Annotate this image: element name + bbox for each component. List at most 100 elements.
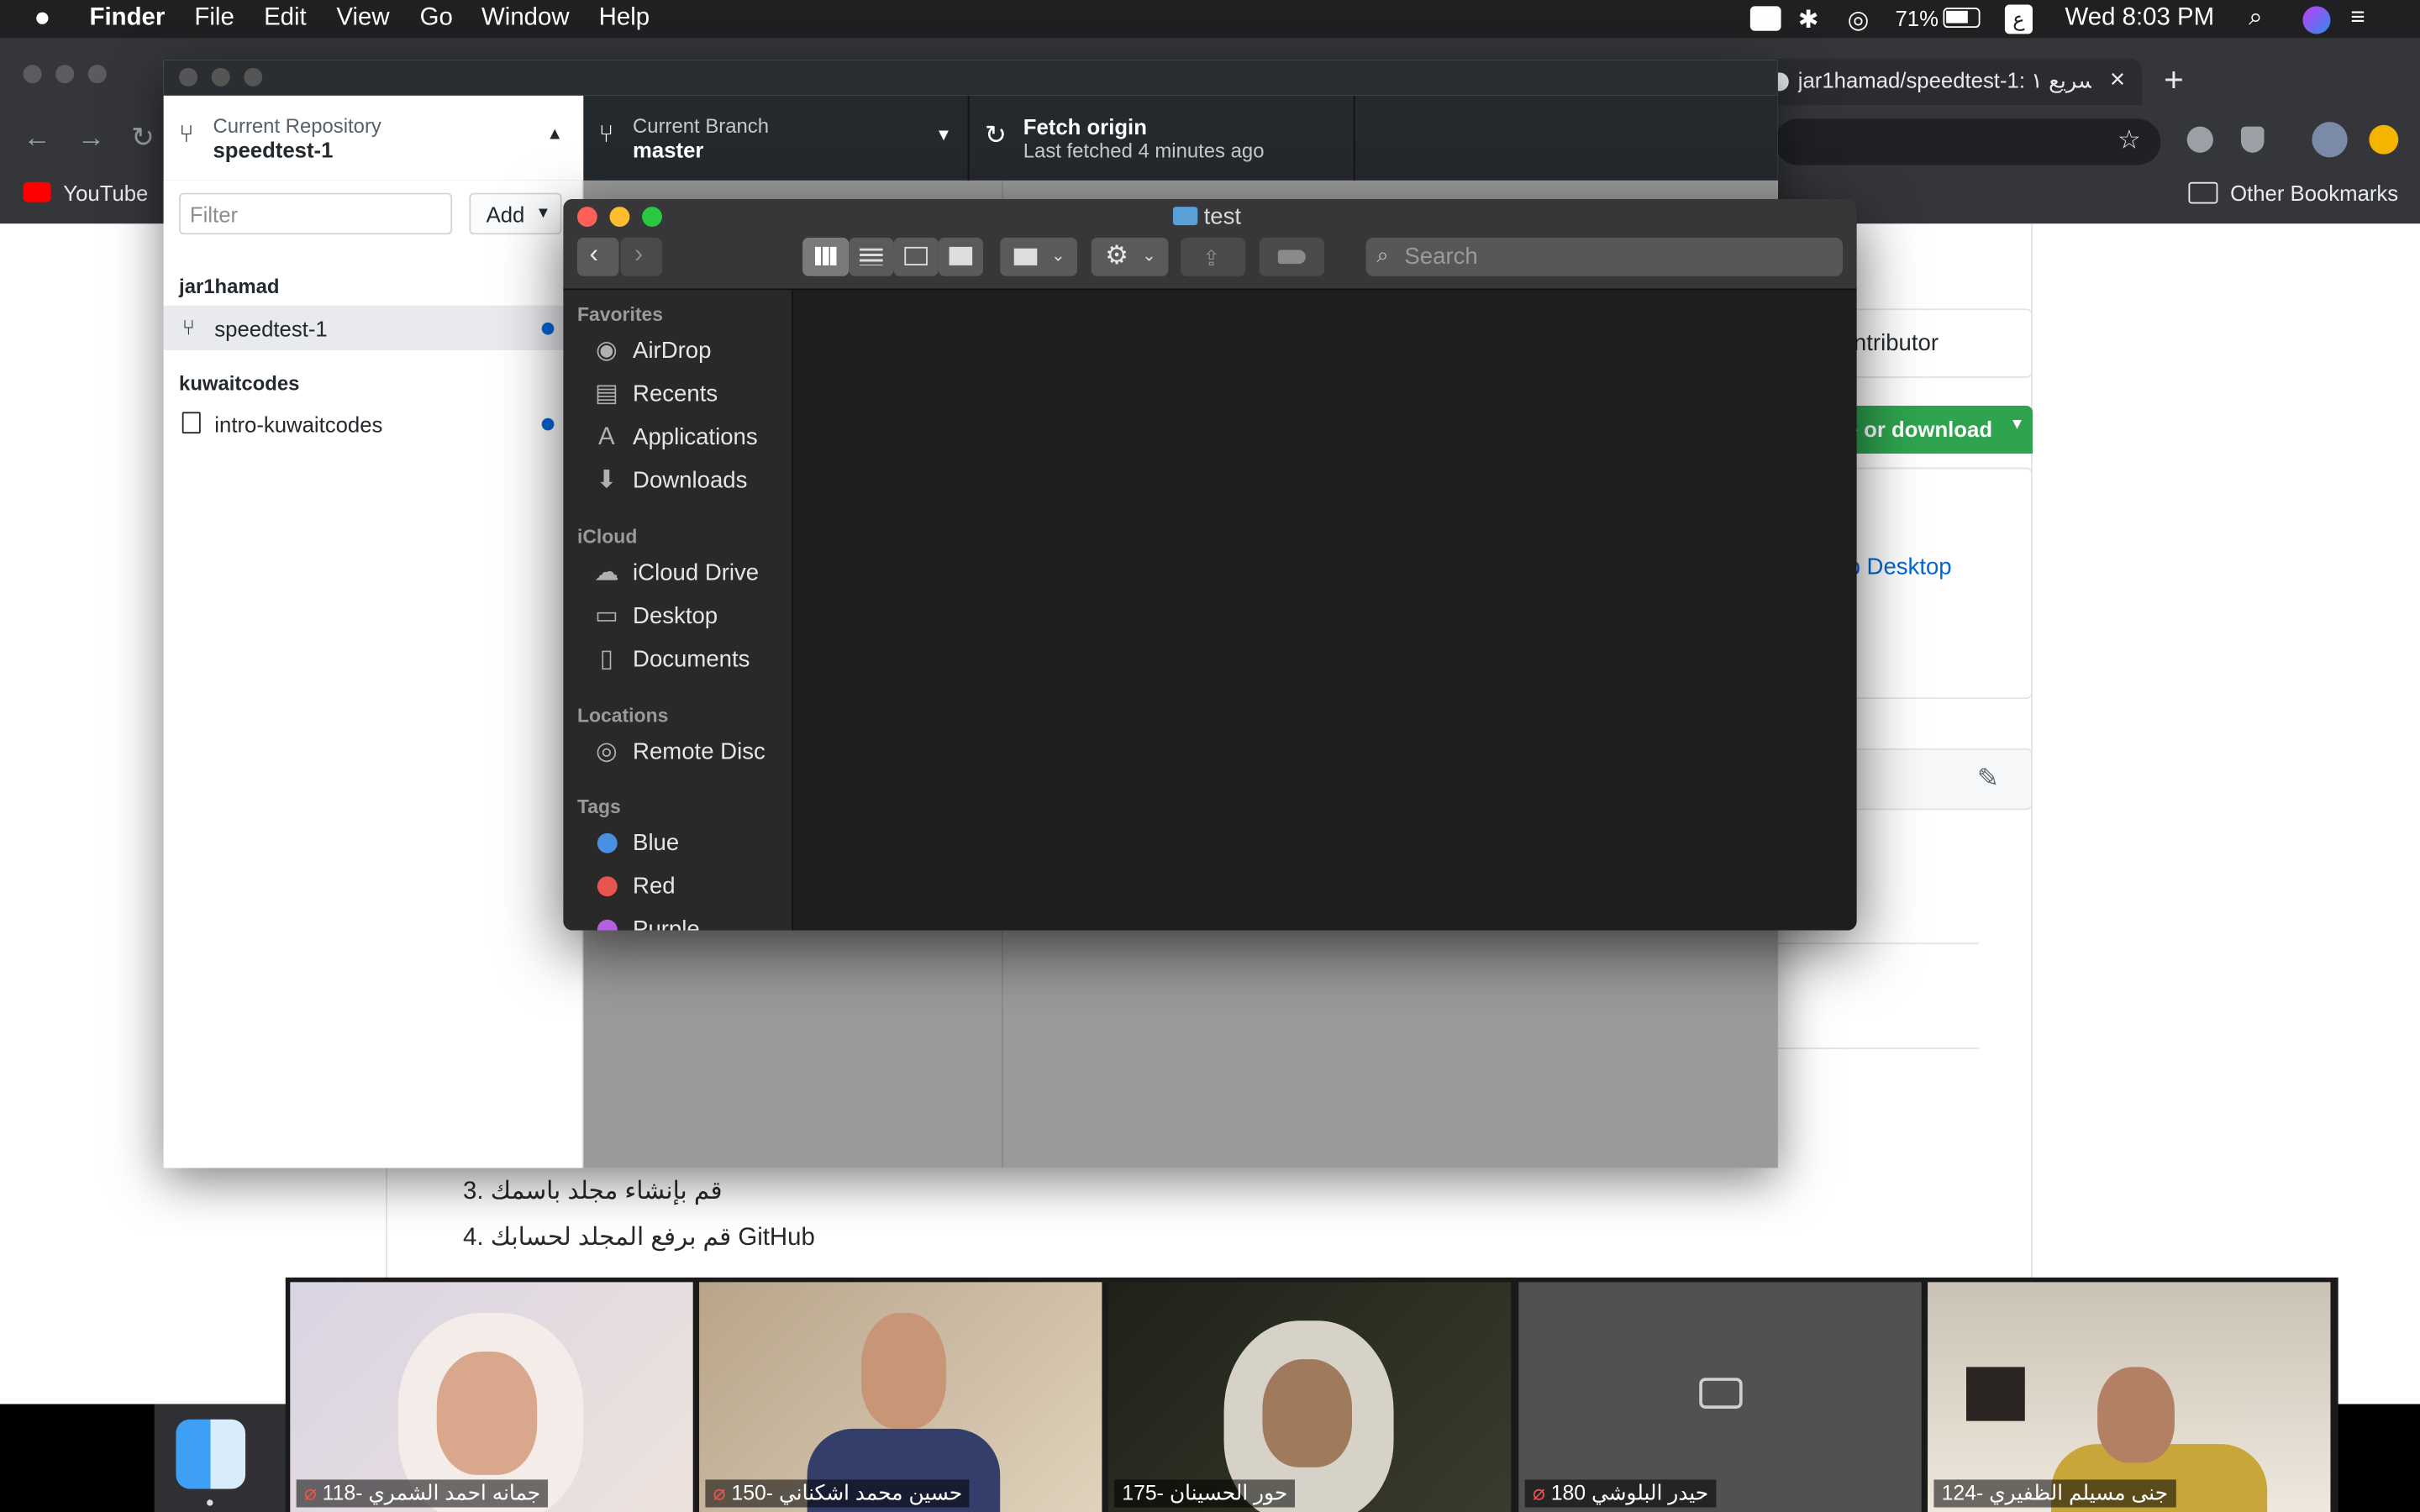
minimize-button[interactable] [609, 207, 630, 228]
bookmark-star-icon[interactable]: ☆ [2118, 125, 2141, 156]
repo-value: speedtest-1 [213, 137, 334, 162]
menu-view[interactable]: View [336, 5, 389, 33]
tab-close-icon[interactable]: × [2110, 65, 2125, 96]
profile-avatar[interactable] [2312, 122, 2348, 158]
menu-file[interactable]: File [194, 5, 234, 33]
column-view-icon [904, 246, 928, 265]
notification-center-icon[interactable]: ≡ [2350, 5, 2365, 33]
new-tab-icon[interactable]: + [2164, 60, 2184, 101]
section-icloud: iCloud [576, 526, 638, 549]
group-name-2: kuwaitcodes [179, 371, 300, 396]
sidebar-item-remote-disc[interactable]: ◎ Remote Disc [591, 732, 788, 773]
zoom-button[interactable] [642, 207, 662, 228]
forward-icon[interactable]: → [77, 122, 105, 155]
sidebar-item-downloads[interactable]: ⬇ Downloads [591, 461, 788, 501]
bluetooth-icon[interactable]: ✱ [1798, 5, 1819, 36]
tag-icon [1277, 249, 1306, 265]
action-gear-button[interactable]: ⚙ ⌄ [1091, 237, 1169, 276]
ghd-max-icon[interactable] [244, 67, 263, 87]
step-4: 4. قم برفع المجلد لحسابك GitHub [463, 1222, 815, 1253]
menu-window[interactable]: Window [481, 5, 570, 33]
battery-icon[interactable] [1943, 8, 1981, 29]
sidebar-item-applications[interactable]: A Applications [591, 418, 788, 459]
window-close-icon[interactable] [23, 65, 42, 84]
repo-list-item[interactable]: intro-kuwaitcodes [164, 402, 584, 446]
divider-line-2 [1777, 1047, 1979, 1049]
repo-list-item[interactable]: ⑂ speedtest-1 [163, 305, 584, 350]
view-list-button[interactable] [849, 237, 894, 276]
extension-shield-icon[interactable] [2240, 126, 2265, 153]
fetch-origin-button[interactable]: ↻ Fetch origin Last fetched 4 minutes ag… [969, 95, 1355, 181]
ghd-min-icon[interactable] [211, 67, 230, 87]
sidebar-item-desktop[interactable]: ▭ Desktop [591, 597, 788, 638]
current-branch-button[interactable]: ⑂ Current Branch master ▼ [583, 95, 970, 181]
finder-sidebar: Favorites ◉ AirDrop ▤ Recents A Application… [563, 290, 794, 931]
add-repository-button[interactable]: Add ▼ [469, 192, 562, 235]
back-button[interactable]: ‹ [576, 237, 619, 276]
search-field[interactable]: ⌕ Search [1365, 237, 1844, 276]
participant-name: 175- حور الحسينان [1114, 1479, 1296, 1508]
battery-percent[interactable]: 71% [1896, 6, 1939, 30]
participant-name-text: 118- جمانه احمد الشمري [322, 1481, 541, 1504]
address-bar[interactable]: ☆ [1775, 118, 2161, 165]
video-tile[interactable]: ⌀ 118- جمانه احمد الشمري [290, 1282, 693, 1512]
changes-dot-icon [541, 322, 555, 335]
input-source-icon[interactable]: ع [2004, 4, 2033, 34]
menu-clock[interactable]: Wed 8:03 PM [2065, 5, 2215, 33]
view-column-button[interactable] [893, 237, 939, 276]
back-icon[interactable]: ← [24, 122, 51, 155]
current-repository-button[interactable]: ⑂ Current Repository speedtest-1 ▲ [163, 95, 584, 181]
zoom-status-icon[interactable] [1749, 6, 1781, 31]
menu-go[interactable]: Go [420, 5, 453, 33]
documents-icon: ▯ [599, 646, 613, 673]
menu-edit[interactable]: Edit [264, 5, 307, 33]
menu-app-name[interactable]: Finder [90, 5, 166, 33]
wifi-icon[interactable]: ◎ [1848, 5, 1870, 36]
bookmark-other[interactable]: Other Bookmarks [2230, 181, 2398, 205]
sidebar-tag-purple[interactable]: Purple [591, 911, 788, 931]
sidebar-item-airdrop[interactable]: ◉ AirDrop [591, 332, 788, 372]
extension-arrow-icon[interactable] [2186, 126, 2213, 153]
sidebar-tag-red[interactable]: Red [591, 867, 788, 907]
finder-dock-icon[interactable] [176, 1419, 246, 1489]
ghd-close-icon[interactable] [179, 67, 198, 87]
changes-dot-icon [541, 417, 555, 431]
recents-icon: ▤ [594, 381, 618, 407]
edit-pencil-icon[interactable]: ✎ [1977, 764, 1999, 795]
menu-help[interactable]: Help [599, 5, 650, 33]
close-button[interactable] [576, 207, 597, 228]
spotlight-icon[interactable]: ⌕ [2249, 5, 2262, 33]
section-locations: Locations [576, 705, 669, 727]
sidebar-label: Documents [633, 646, 750, 673]
extension-yellow-icon[interactable] [2369, 124, 2399, 155]
window-max-icon[interactable] [87, 65, 107, 84]
sidebar-item-recents[interactable]: ▤ Recents [591, 375, 788, 415]
video-tile[interactable]: ⌀ 150- حسين محمد اشكناني [699, 1282, 1102, 1512]
filter-input[interactable]: Filter [179, 192, 453, 235]
search-placeholder: Search [1404, 244, 1478, 270]
sidebar-item-icloud-drive[interactable]: ☁ iCloud Drive [591, 554, 788, 594]
bookmark-youtube[interactable]: YouTube [63, 181, 148, 205]
mic-muted-icon: ⌀ [1532, 1481, 1551, 1504]
reload-icon[interactable]: ↻ [131, 122, 155, 155]
group-by-button[interactable]: ⌄ [1000, 237, 1078, 276]
tag-button[interactable] [1259, 237, 1324, 276]
forward-button[interactable]: › [620, 237, 662, 276]
window-min-icon[interactable] [55, 65, 75, 84]
share-button[interactable]: ⇪ [1181, 237, 1246, 276]
sync-icon: ↻ [984, 120, 1007, 150]
open-in-desktop-link[interactable]: b Desktop [1848, 554, 1952, 580]
view-icon-button[interactable] [802, 237, 850, 276]
video-tile[interactable]: 175- حور الحسينان [1107, 1282, 1512, 1512]
zoom-gallery: ⌀ 118- جمانه احمد الشمري ⌀ 150- حسين محم… [285, 1277, 2338, 1512]
view-gallery-button[interactable] [938, 237, 984, 276]
sidebar-tag-blue[interactable]: Blue [591, 824, 788, 864]
finder-content-area[interactable] [793, 290, 1857, 931]
video-tile[interactable]: ⌀ 180 حيدر البلوشي [1518, 1282, 1922, 1512]
finder-toolbar: test ‹ › ⌄ ⚙ ⌄ ⇪ ⌕ Search [563, 198, 1857, 291]
browser-tab[interactable]: jar1hamad/speedtest-1: سريع ١ × [1767, 58, 2143, 105]
video-tile[interactable]: 124- جنى مسيلم الظفيري [1928, 1282, 2331, 1512]
siri-icon[interactable] [2302, 6, 2331, 34]
sidebar-item-documents[interactable]: ▯ Documents [591, 640, 788, 680]
apple-icon[interactable]: ● [34, 2, 50, 34]
